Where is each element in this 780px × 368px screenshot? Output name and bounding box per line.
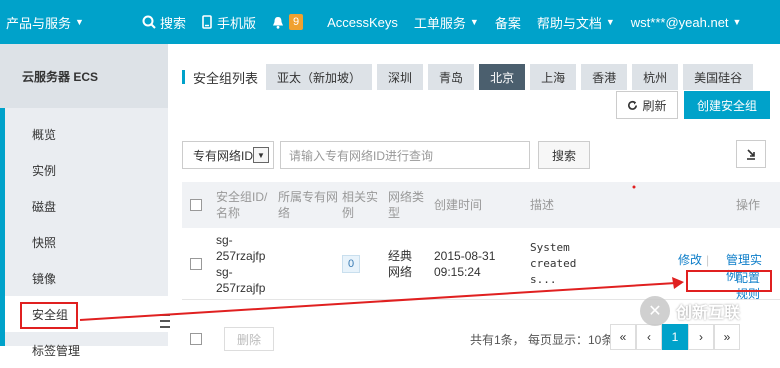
row-checkbox[interactable] [190, 257, 202, 270]
region-tabs-row: 安全组列表 亚太（新加坡） 深圳 青岛 北京 上海 香港 杭州 美国硅谷 [182, 62, 758, 92]
tab-region-singapore[interactable]: 亚太（新加坡） [266, 64, 373, 90]
security-group-id: sg-257rzajfp [216, 232, 266, 263]
beian-link[interactable]: 备案 [487, 0, 529, 44]
instance-count-badge: 0 [342, 254, 360, 273]
page-1-button[interactable]: 1 [662, 324, 688, 350]
select-all-checkbox[interactable] [190, 199, 202, 211]
filter-type-select[interactable]: 专有网络ID ▼ [182, 141, 274, 169]
filter-row: 专有网络ID ▼ 请输入专有网络ID进行查询 搜索 [182, 140, 590, 170]
sidebar-title: 云服务器 ECS [0, 44, 168, 108]
ticket-menu[interactable]: 工单服务 ▼ [406, 0, 487, 44]
column-header-description: 描述 [530, 198, 555, 212]
created-time-cell: 2015-08-31 09:15:24 [434, 248, 496, 279]
description-cell: System created s... [530, 240, 577, 286]
first-page-button[interactable]: « [610, 324, 636, 350]
notifications-button[interactable]: 9 [264, 0, 311, 44]
ticket-menu-label: 工单服务 [413, 15, 466, 31]
chevron-down-icon: ▼ [732, 17, 742, 27]
user-account-label: wst***@yeah.net [630, 14, 729, 30]
refresh-button[interactable]: 刷新 [616, 91, 678, 119]
action-separator: | [706, 252, 710, 267]
tab-region-shenzhen[interactable]: 深圳 [377, 64, 424, 90]
tab-region-beijing[interactable]: 北京 [479, 64, 526, 90]
products-menu[interactable]: 产品与服务 ▼ [0, 0, 104, 44]
column-header-instances: 相关实例 [342, 190, 379, 220]
sidebar-item-images[interactable]: 镜像 [0, 260, 168, 296]
tab-region-hangzhou[interactable]: 杭州 [632, 64, 679, 90]
security-group-name: sg-257rzajfp [216, 264, 266, 295]
watermark-text: 创新互联 [676, 305, 741, 322]
sidebar-item-tags[interactable]: 标签管理 [0, 332, 168, 368]
mobile-link-label: 手机版 [216, 15, 256, 31]
bell-icon [272, 16, 283, 29]
mobile-icon [202, 15, 212, 29]
refresh-icon [628, 100, 638, 110]
accesskeys-link[interactable]: AccessKeys [319, 0, 406, 44]
search-button[interactable]: 搜索 [538, 141, 590, 169]
refresh-button-label: 刷新 [642, 98, 667, 113]
notification-count-badge: 9 [288, 14, 304, 30]
watermark-logo-icon: ✕ [640, 296, 670, 326]
tab-region-hongkong[interactable]: 香港 [581, 64, 628, 90]
previous-page-button[interactable]: ‹ [636, 324, 662, 350]
tab-region-us-silicon-valley[interactable]: 美国硅谷 [683, 64, 754, 90]
modify-link[interactable]: 修改 [678, 252, 702, 268]
export-button[interactable] [736, 140, 766, 168]
tab-region-qingdao[interactable]: 青岛 [428, 64, 475, 90]
search-link-label: 搜索 [159, 15, 186, 31]
pagination: « ‹ 1 › » [610, 324, 740, 350]
chevron-down-icon: ▼ [469, 17, 479, 27]
security-group-id-name: sg-257rzajfp sg-257rzajfp [212, 232, 278, 296]
highlight-box-configure-rules [686, 270, 772, 292]
watermark-logo: ✕ 创新互联 [640, 296, 740, 326]
column-header-actions: 操作 [735, 198, 760, 212]
dropdown-arrow-icon: ▼ [253, 147, 269, 163]
top-navigation-bar: 产品与服务 ▼ 搜索 手机版 9 AccessKeys 工单服务 ▼ 备案 帮助… [0, 0, 780, 44]
search-link[interactable]: 搜索 [134, 0, 194, 44]
title-accent [182, 70, 185, 84]
footer-select-all-checkbox[interactable] [190, 333, 202, 345]
filter-type-value: 专有网络ID [193, 148, 254, 163]
create-security-group-button[interactable]: 创建安全组 [684, 91, 770, 119]
highlight-box-security-group-nav [20, 302, 78, 329]
sidebar-item-disks[interactable]: 磁盘 [0, 188, 168, 224]
network-type-cell: 经典网络 [388, 248, 413, 279]
user-menu[interactable]: wst***@yeah.net ▼ [623, 0, 750, 44]
chevron-down-icon: ▼ [605, 17, 615, 27]
help-menu-label: 帮助与文档 [536, 15, 602, 31]
search-icon [142, 15, 156, 29]
pagination-summary: 共有1条， 每页显示：10条 [470, 332, 614, 347]
mobile-link[interactable]: 手机版 [194, 0, 264, 44]
export-icon [747, 149, 755, 160]
sidebar-accent-bar [0, 108, 5, 346]
sidebar-item-instances[interactable]: 实例 [0, 152, 168, 188]
delete-button[interactable]: 删除 [224, 327, 274, 351]
sidebar-item-overview[interactable]: 概览 [0, 116, 168, 152]
help-menu[interactable]: 帮助与文档 ▼ [529, 0, 623, 44]
column-header-network-type: 网络类型 [388, 190, 425, 220]
chevron-down-icon: ▼ [75, 17, 84, 27]
vpc-id-search-input[interactable]: 请输入专有网络ID进行查询 [280, 141, 530, 169]
tab-region-shanghai[interactable]: 上海 [530, 64, 577, 90]
next-page-button[interactable]: › [688, 324, 714, 350]
page-title: 安全组列表 [193, 70, 259, 86]
last-page-button[interactable]: » [714, 324, 740, 350]
column-header-id-name: 安全组ID/名称 [216, 190, 268, 220]
products-menu-label: 产品与服务 [6, 15, 72, 31]
table-header: 安全组ID/名称 所属专有网络 相关实例 网络类型 创建时间 描述 操作 [182, 182, 780, 228]
instances-cell: 0 [342, 254, 388, 273]
column-header-vpc: 所属专有网络 [278, 190, 339, 220]
sidebar: 云服务器 ECS 概览 实例 磁盘 快照 镜像 安全组 标签管理 [0, 44, 168, 358]
sidebar-item-snapshots[interactable]: 快照 [0, 224, 168, 260]
column-header-created-time: 创建时间 [434, 198, 483, 212]
